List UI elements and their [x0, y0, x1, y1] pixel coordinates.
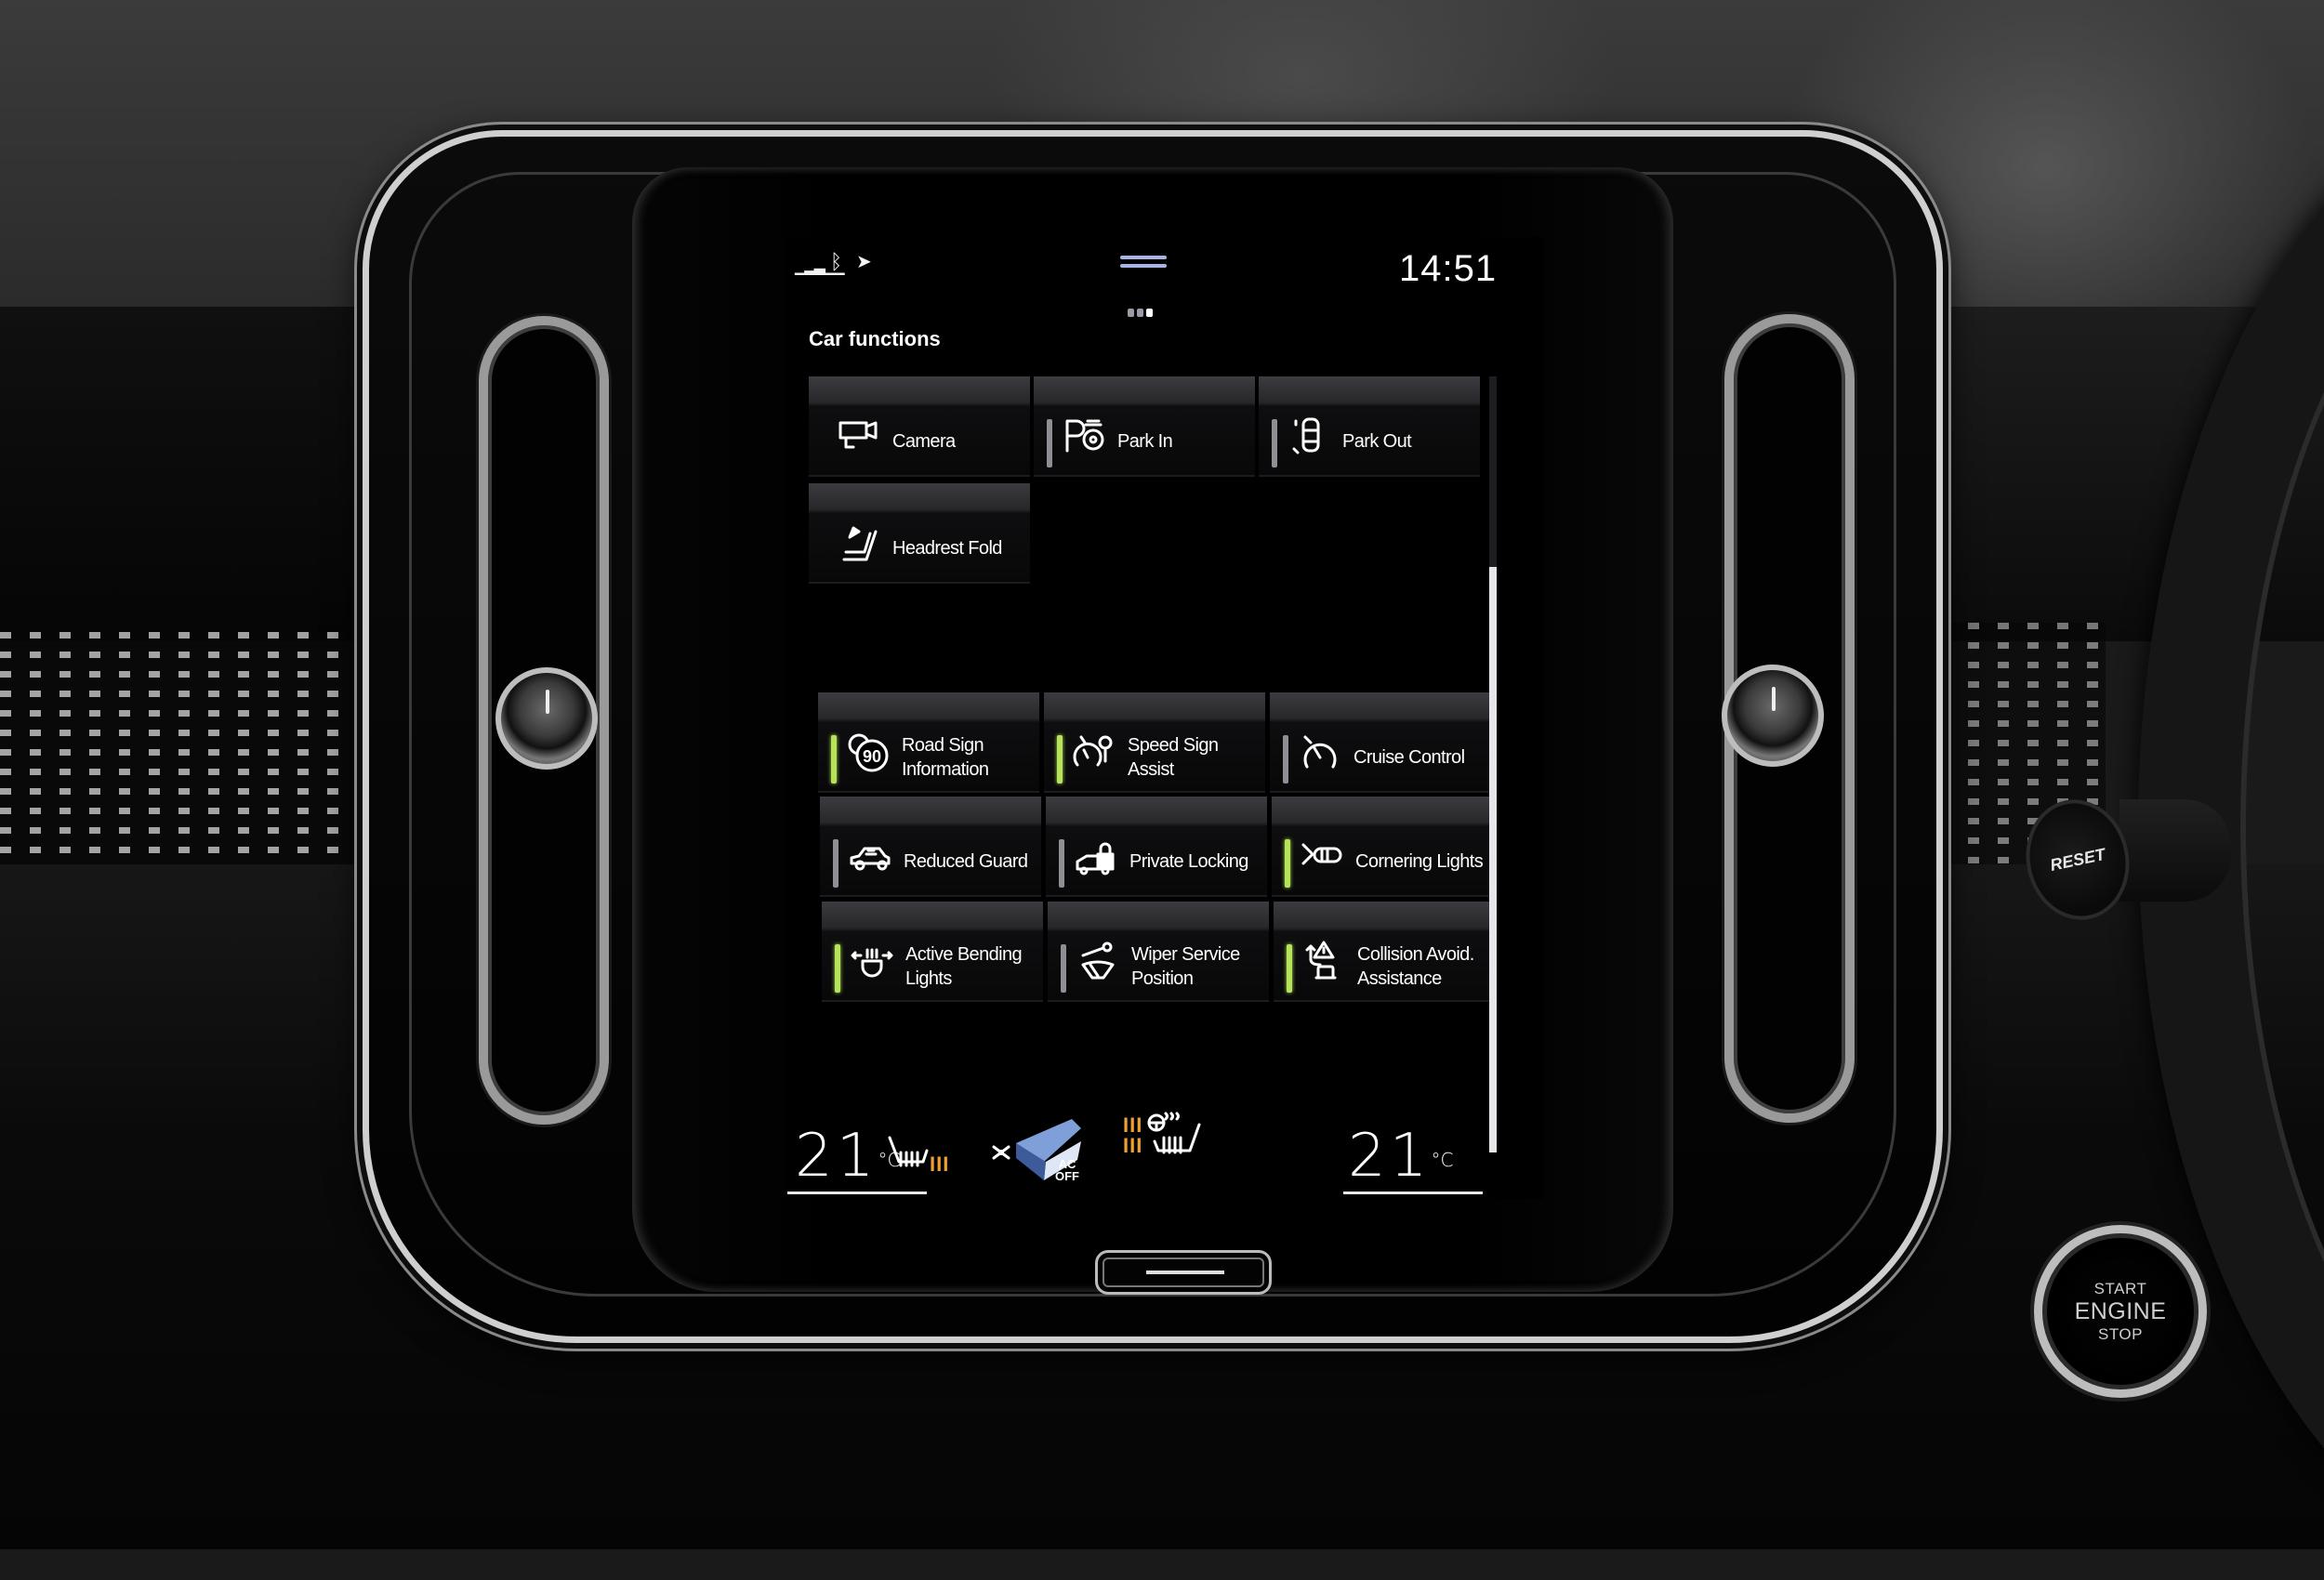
engine-label: ENGINE [2074, 1297, 2167, 1324]
active-bending-lights-icon [848, 937, 896, 985]
seat-heat-level-left: III [930, 1152, 950, 1176]
tile-camera[interactable]: Camera [809, 376, 1030, 477]
temperature-value: 21 [1348, 1122, 1432, 1191]
tile-label: Road Sign Information [902, 735, 989, 780]
seat-heat-left-icon[interactable] [886, 1134, 931, 1179]
passenger-temperature[interactable]: 21°C [1348, 1126, 1453, 1186]
status-indicator-on [1285, 839, 1290, 888]
svg-text:90: 90 [863, 747, 881, 766]
tile-label: Park Out [1342, 431, 1412, 452]
driver-temperature[interactable]: 21°C [795, 1126, 900, 1186]
status-indicator-on [835, 944, 840, 993]
status-indicator-on [831, 735, 837, 783]
status-indicator-on [1287, 944, 1292, 993]
tile-active-bending-lights[interactable]: Active Bending Lights [822, 902, 1043, 1002]
start-stop-engine-button[interactable]: START ENGINE STOP [2034, 1225, 2207, 1398]
ac-state: OFF [1055, 1169, 1079, 1183]
temperature-slider-left[interactable] [787, 1192, 927, 1194]
speed-sign-icon [1070, 728, 1118, 776]
tile-label: Active Bending Lights [905, 944, 1023, 989]
tile-speed-sign-assist[interactable]: Speed Sign Assist [1044, 692, 1265, 793]
clock: 14:51 [1399, 248, 1498, 289]
status-indicator [1061, 944, 1066, 993]
tile-label: Cruise Control [1353, 747, 1465, 768]
park-in-icon [1060, 412, 1108, 460]
temperature-slider-right[interactable] [1343, 1192, 1483, 1194]
vent-knob-left[interactable] [495, 667, 598, 770]
headrest-fold-icon [835, 519, 883, 567]
status-indicator-on [1057, 735, 1063, 783]
stop-label: STOP [2098, 1324, 2143, 1343]
page-title: Car functions [809, 327, 941, 350]
camera-icon [835, 412, 883, 460]
tile-label: Cornering Lights [1355, 851, 1484, 872]
tile-label: Collision Avoid. Assistance [1357, 944, 1474, 989]
heat-level-bars: III [1123, 1113, 1143, 1137]
page-dot-active [1146, 309, 1153, 317]
private-locking-icon [1072, 832, 1120, 880]
home-button[interactable] [1095, 1250, 1272, 1295]
page-dot [1128, 309, 1134, 317]
tile-label: Park In [1117, 431, 1173, 452]
tile-park-out[interactable]: Park Out [1259, 376, 1480, 477]
scrollbar-thumb[interactable] [1489, 567, 1497, 1152]
reset-label: RESET [2048, 844, 2107, 875]
steering-column-stalk [2119, 799, 2231, 902]
road-sign-icon: 90 [844, 728, 892, 776]
tile-road-sign-information[interactable]: 90 Road Sign Information [818, 692, 1039, 793]
status-indicator [833, 839, 838, 888]
wiper-service-icon [1074, 937, 1122, 985]
tile-cornering-lights[interactable]: Cornering Lights [1272, 797, 1493, 897]
tile-label: Camera [892, 431, 956, 452]
tile-label: Wiper Service Position [1131, 944, 1240, 989]
infotainment-screen: ▁▂▃▁▁ ᛒ ➤ 14:51 Car functions Camera Par… [786, 237, 1543, 1199]
page-indicator [1128, 305, 1155, 322]
status-indicator [1059, 839, 1064, 888]
cruise-control-icon [1296, 728, 1344, 776]
tile-reduced-guard[interactable]: Reduced Guard [820, 797, 1041, 897]
steering-wheel-and-seat-heat-icon[interactable] [1143, 1110, 1203, 1170]
dashboard-left-panel [0, 307, 390, 641]
status-indicator [1272, 419, 1277, 467]
tile-private-locking[interactable]: Private Locking [1046, 797, 1267, 897]
park-out-icon [1285, 412, 1333, 460]
location-arrow-icon: ➤ [856, 252, 872, 272]
cornering-lights-icon [1298, 832, 1346, 880]
tile-label: Reduced Guard [904, 851, 1028, 872]
tile-label: Headrest Fold [892, 538, 1002, 559]
tile-label: Private Locking [1129, 851, 1248, 872]
collision-avoidance-icon [1300, 937, 1348, 985]
temperature-value: 21 [795, 1122, 878, 1191]
tile-collision-avoidance-assistance[interactable]: Collision Avoid. Assistance [1274, 902, 1495, 1002]
tile-cruise-control[interactable]: Cruise Control [1270, 692, 1491, 793]
steering-and-seat-heat-level-right: III III [1123, 1115, 1142, 1156]
page-dot [1137, 309, 1143, 317]
start-label: START [2093, 1279, 2147, 1297]
climate-bar: 21°C III AC OFF III III 21°C [786, 1106, 1543, 1199]
tile-headrest-fold[interactable]: Headrest Fold [809, 483, 1030, 584]
heat-level-bars: III [1123, 1134, 1143, 1157]
tile-wiper-service-position[interactable]: Wiper Service Position [1048, 902, 1269, 1002]
speaker-grille-left [0, 632, 400, 864]
tile-label: Speed Sign Assist [1128, 735, 1219, 780]
temperature-unit: °C [1431, 1149, 1454, 1171]
ac-button[interactable]: AC OFF [1055, 1158, 1079, 1182]
vent-knob-right[interactable] [1722, 665, 1824, 767]
passenger-heat-group: III III [1106, 1106, 1218, 1199]
tile-park-in[interactable]: Park In [1034, 376, 1255, 477]
status-indicator [1283, 735, 1288, 783]
status-indicator [1047, 419, 1052, 467]
bluetooth-icon: ᛒ [830, 250, 843, 273]
top-view-pull-down-handle[interactable] [1120, 256, 1167, 270]
reduced-guard-icon [846, 832, 894, 880]
